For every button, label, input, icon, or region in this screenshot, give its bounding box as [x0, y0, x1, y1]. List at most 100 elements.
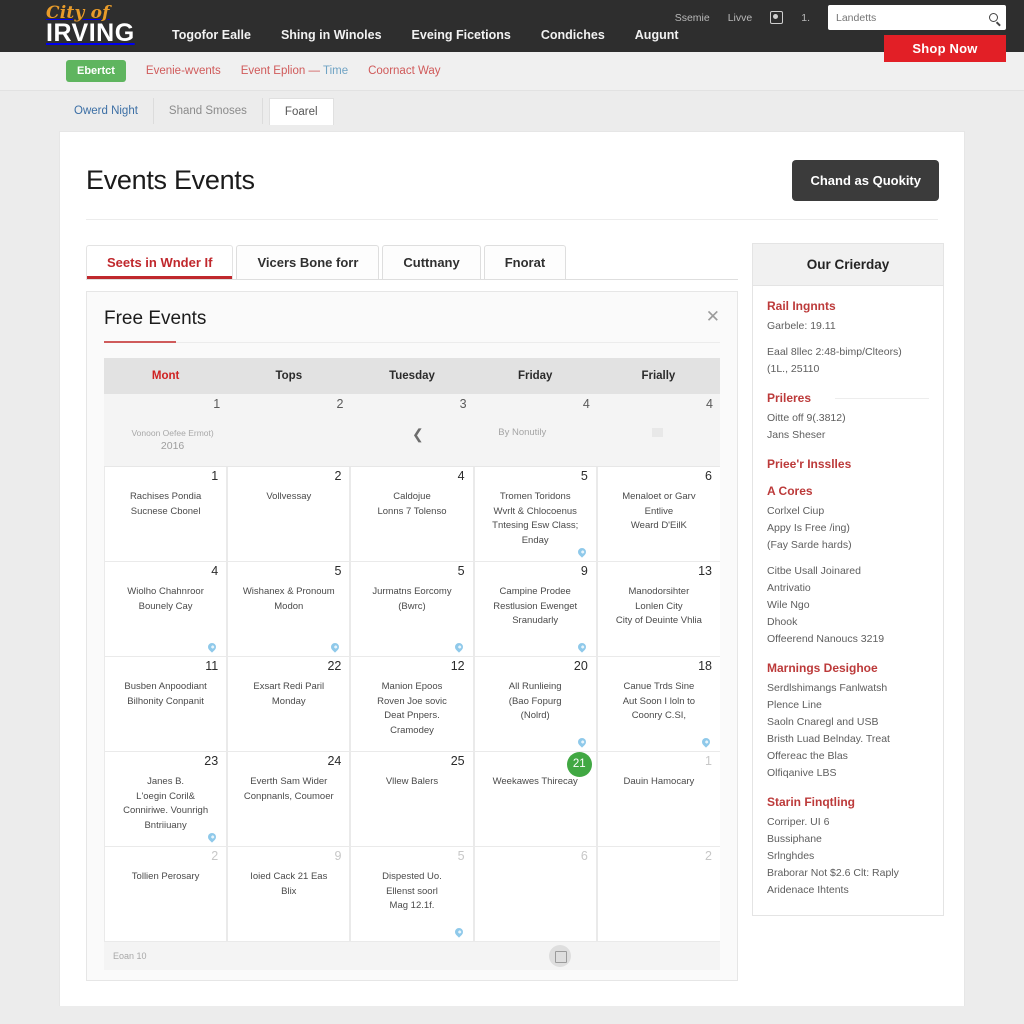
- calendar-event-text[interactable]: Everth Sam Wider Conpnanls, Coumoer: [235, 775, 342, 804]
- calendar-day-cell[interactable]: 18 Canue Trds Sine Aut Soon I loln to Coonr…: [596, 657, 720, 752]
- calendar-event-text[interactable]: Exsart Redi Paril Monday: [235, 680, 342, 709]
- breadcrumb-item-0[interactable]: Owerd Night: [59, 98, 154, 124]
- calendar-event-text[interactable]: Wishanex & Pronoum Modon: [235, 585, 342, 614]
- calendar-event-text[interactable]: Janes B. L'oegin Coril& Conniriwe. Vounrig…: [112, 775, 219, 834]
- tab-3[interactable]: Fnorat: [483, 245, 567, 279]
- calendar-day-number: 11: [205, 659, 219, 673]
- sidebar-section-title[interactable]: A Cores: [767, 484, 929, 498]
- utility-link-1[interactable]: Livve: [728, 12, 753, 24]
- sidebar-section-title[interactable]: Starin Finqtling: [767, 795, 929, 809]
- calendar-event-text[interactable]: Wiolho Chahnroor Bounely Cay: [112, 585, 219, 614]
- calendar-event-text[interactable]: Caldojue Lonns 7 Tolenso: [358, 490, 465, 519]
- calendar-day-cell[interactable]: 11 Busben Anpoodiant Bilhonity Conpanit: [104, 657, 228, 752]
- sidebar-section-line: Garbele: 19.11: [767, 320, 836, 332]
- tab-2[interactable]: Cuttnany: [382, 245, 481, 279]
- calendar-day-cell[interactable]: 21 Weekawes Thirecay: [473, 752, 597, 847]
- subnav-link-0[interactable]: Evenie-wvents: [146, 65, 221, 77]
- sidebar-section-title[interactable]: Prileres: [767, 391, 929, 405]
- calendar-day-cell[interactable]: 13 Manodorsihter Lonlen City City of Deuint…: [596, 562, 720, 657]
- subnav-pill-events[interactable]: Ebertct: [66, 60, 126, 82]
- calendar-day-cell[interactable]: 24 Everth Sam Wider Conpnanls, Coumoer: [227, 752, 351, 847]
- calendar-event-text[interactable]: Ioied Cack 21 Eas Blix: [235, 870, 342, 899]
- search-icon[interactable]: [989, 13, 998, 22]
- calendar-event-text[interactable]: Vollvessay: [235, 490, 342, 505]
- calendar-event-line: Weekawes Thirecay: [492, 776, 578, 787]
- nav-item-2[interactable]: Eveing Ficetions: [412, 28, 511, 42]
- sidebar-section-line: Saoln Cnaregl and USB: [767, 716, 879, 728]
- tab-1[interactable]: Vicers Bone forr: [236, 245, 380, 279]
- site-logo[interactable]: City of IRVING: [46, 4, 150, 48]
- nav-item-0[interactable]: Togofor Ealle: [172, 28, 251, 42]
- sidebar-section-title[interactable]: Rail Ingnnts: [767, 299, 929, 313]
- search-input[interactable]: [836, 11, 989, 24]
- utility-link-2[interactable]: 1.: [801, 12, 810, 24]
- calendar-event-text[interactable]: Dispested Uo. Ellenst soorl Mag 12.1f.: [358, 870, 465, 914]
- calendar-day-cell[interactable]: 5 Tromen Toridons Wvrlt & Chlocoenus Tntesi…: [473, 467, 597, 562]
- calendar-event-text[interactable]: Manion Epoos Roven Joe sovic Deat Pnpers. C…: [358, 680, 465, 739]
- calendar-event-text[interactable]: Tollien Perosary: [112, 870, 219, 885]
- breadcrumb-item-2[interactable]: Foarel: [268, 97, 334, 125]
- calendar-day-cell[interactable]: 20 All Runlieing (Bao Fopurg (Nolrd): [473, 657, 597, 752]
- calendar-day-cell[interactable]: 9 Ioied Cack 21 Eas Blix: [227, 847, 351, 942]
- calendar-day-cell[interactable]: 6: [473, 847, 597, 942]
- sidebar-section-spacer: [767, 554, 929, 563]
- calendar-event-text[interactable]: Busben Anpoodiant Bilhonity Conpanit: [112, 680, 219, 709]
- calendar-day-number: 1: [211, 469, 219, 483]
- calendar-event-text[interactable]: Weekawes Thirecay: [482, 775, 589, 790]
- calendar-day-cell[interactable]: 6 Menaloet or Garv Entlive Weard D'EilK: [596, 467, 720, 562]
- calendar-event-text[interactable]: Tromen Toridons Wvrlt & Chlocoenus Tntesin…: [482, 490, 589, 549]
- calendar-day-cell[interactable]: 22 Exsart Redi Paril Monday: [227, 657, 351, 752]
- shop-now-button[interactable]: Shop Now: [884, 35, 1006, 62]
- close-icon[interactable]: ✕: [706, 308, 720, 325]
- nav-item-1[interactable]: Shing in Winoles: [281, 28, 382, 42]
- calendar-day-cell[interactable]: 2 Vollvessay: [227, 467, 351, 562]
- calendar-day-cell[interactable]: 1 Rachises Pondia Sucnese Cbonel: [104, 467, 228, 562]
- sidebar-section-line: (Fay Sarde hards): [767, 539, 852, 551]
- calendar-event-text[interactable]: Menaloet or Garv Entlive Weard D'EilK: [605, 490, 713, 534]
- calendar-event-text[interactable]: Manodorsihter Lonlen City City of Deuinte …: [605, 585, 713, 629]
- calendar-day-cell[interactable]: 2: [596, 847, 720, 942]
- calendar-event-text[interactable]: All Runlieing (Bao Fopurg (Nolrd): [482, 680, 589, 724]
- utility-nav: Ssemie Livve 1.: [675, 5, 1006, 30]
- card-icon[interactable]: [770, 11, 784, 24]
- location-pin-icon: [576, 736, 588, 748]
- calendar-day-cell[interactable]: 25 Vllew Balers: [350, 752, 474, 847]
- calendar-day-cell[interactable]: 4 Wiolho Chahnroor Bounely Cay: [104, 562, 228, 657]
- nav-item-3[interactable]: Condiches: [541, 28, 605, 42]
- location-pin-icon: [206, 641, 218, 653]
- calendar-day-cell[interactable]: 5 Wishanex & Pronoum Modon: [227, 562, 351, 657]
- nav-item-4[interactable]: Augunt: [635, 28, 679, 42]
- utility-link-0[interactable]: Ssemie: [675, 12, 710, 24]
- calendar-nav-row: 1 Vonoon Oefee Ermot) 2016 2 3 4 4 ❮ By …: [104, 394, 720, 467]
- calendar-event-text[interactable]: Canue Trds Sine Aut Soon I loln to Coonry …: [605, 680, 713, 724]
- calendar-event-text[interactable]: Vllew Balers: [358, 775, 465, 790]
- sidebar-section-title[interactable]: Marnings Desighoe: [767, 661, 929, 675]
- calendar-event-line: Vollvessay: [266, 491, 312, 502]
- chevron-left-icon[interactable]: ❮: [412, 426, 424, 443]
- calendar-event-text[interactable]: Rachises Pondia Sucnese Cbonel: [112, 490, 219, 519]
- sidebar-section-line: Offereac the Blas: [767, 750, 848, 762]
- calendar-day-cell[interactable]: 2 Tollien Perosary: [104, 847, 228, 942]
- calendar-event-text[interactable]: Jurmatns Eorcomy (Bwrc): [358, 585, 465, 614]
- calendar-footer-label: Eoan 10: [113, 951, 147, 961]
- subnav-link-2[interactable]: Coornact Way: [368, 65, 440, 77]
- calendar-icon[interactable]: [549, 945, 571, 967]
- tab-0[interactable]: Seets in Wnder If: [86, 245, 234, 279]
- calendar-day-cell[interactable]: 5 Jurmatns Eorcomy (Bwrc): [350, 562, 474, 657]
- calendar-event-text[interactable]: Campine Prodee Restlusion Ewenget Sranudar…: [482, 585, 589, 629]
- sidebar-section-group: Corriper. UI 6 Bussiphane Srlnghdes Brabora…: [767, 814, 929, 899]
- calendar-day-cell[interactable]: 5 Dispested Uo. Ellenst soorl Mag 12.1f.: [350, 847, 474, 942]
- sidebar-section-line: Wile Ngo: [767, 599, 810, 611]
- subnav-link-1[interactable]: Event Eplion — Time: [241, 65, 348, 77]
- calendar-day-cell[interactable]: 1 Dauin Hamocary: [596, 752, 720, 847]
- calendar-event-text[interactable]: Dauin Hamocary: [605, 775, 713, 790]
- calendar-day-cell[interactable]: 9 Campine Prodee Restlusion Ewenget Sranuda…: [473, 562, 597, 657]
- panel-divider: [104, 341, 720, 343]
- calendar-day-cell[interactable]: 12 Manion Epoos Roven Joe sovic Deat Pnpers…: [350, 657, 474, 752]
- calendar-day-cell[interactable]: 23 Janes B. L'oegin Coril& Conniriwe. Vounr…: [104, 752, 228, 847]
- sidebar-section-title[interactable]: Priee'r Insslles: [767, 457, 929, 471]
- change-quantity-button[interactable]: Chand as Quokity: [792, 160, 939, 201]
- search-box[interactable]: [828, 5, 1006, 30]
- calendar-day-cell[interactable]: 4 Caldojue Lonns 7 Tolenso: [350, 467, 474, 562]
- breadcrumb-item-1[interactable]: Shand Smoses: [154, 98, 263, 124]
